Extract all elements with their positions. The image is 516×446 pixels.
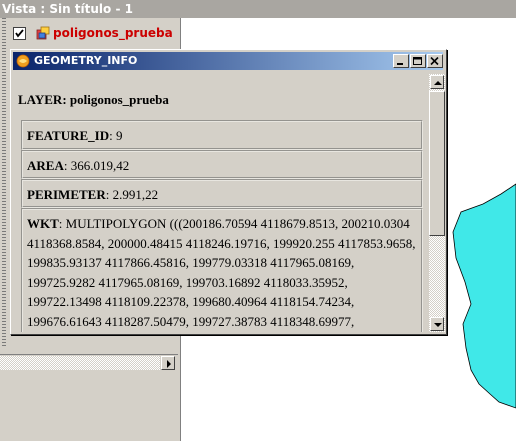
selected-polygon	[452, 183, 516, 409]
wkt-label: WKT	[27, 216, 59, 231]
minimize-button[interactable]	[393, 54, 409, 68]
arrow-right-icon	[167, 360, 171, 368]
vista-window-title: Vista : Sin título - 1	[0, 0, 516, 18]
feature-id-value: : 9	[109, 128, 123, 143]
perimeter-value: : 2.991,22	[105, 187, 159, 202]
geometry-info-dialog: GEOMETRY_INFO LAYER: poligonos_prueba FE…	[10, 49, 447, 335]
tree-lines	[2, 18, 6, 348]
close-icon	[430, 57, 439, 66]
dialog-content: LAYER: poligonos_prueba FEATURE_ID: 9 AR…	[15, 74, 427, 332]
toc-horizontal-scrollbar[interactable]	[0, 354, 178, 371]
layer-heading: LAYER: poligonos_prueba	[18, 92, 169, 107]
minimize-icon	[397, 63, 403, 65]
wkt-value: : MULTIPOLYGON (((200186.70594 4118679.8…	[27, 216, 416, 329]
maximize-button[interactable]	[410, 54, 426, 68]
area-value: : 366.019,42	[63, 158, 130, 173]
arrow-up-icon	[434, 81, 442, 85]
scrollbar-thumb[interactable]	[429, 91, 445, 236]
wkt-field: WKT: MULTIPOLYGON (((200186.70594 411867…	[21, 208, 423, 332]
dialog-title-bar[interactable]: GEOMETRY_INFO	[13, 52, 443, 70]
area-field: AREA: 366.019,42	[21, 150, 423, 179]
feature-id-label: FEATURE_ID	[27, 128, 110, 143]
maximize-icon	[413, 57, 422, 65]
polygon-layer-icon	[36, 26, 50, 40]
scroll-up-button[interactable]	[430, 75, 444, 89]
scroll-down-button[interactable]	[430, 317, 444, 331]
feature-id-field: FEATURE_ID: 9	[21, 120, 423, 150]
layer-visibility-checkbox[interactable]	[13, 27, 26, 40]
scroll-right-button[interactable]	[161, 356, 175, 370]
scrollbar-track[interactable]	[0, 356, 160, 370]
dialog-vertical-scrollbar[interactable]	[429, 74, 445, 332]
layer-row[interactable]: poligonos_prueba	[0, 22, 178, 44]
close-button[interactable]	[427, 54, 443, 68]
layer-name[interactable]: poligonos_prueba	[53, 25, 173, 41]
perimeter-label: PERIMETER	[27, 187, 106, 202]
area-label: AREA	[27, 158, 64, 173]
perimeter-field: PERIMETER: 2.991,22	[21, 179, 423, 208]
arrow-down-icon	[434, 323, 442, 327]
gvsig-logo-icon	[16, 54, 30, 68]
dialog-title: GEOMETRY_INFO	[34, 54, 138, 67]
